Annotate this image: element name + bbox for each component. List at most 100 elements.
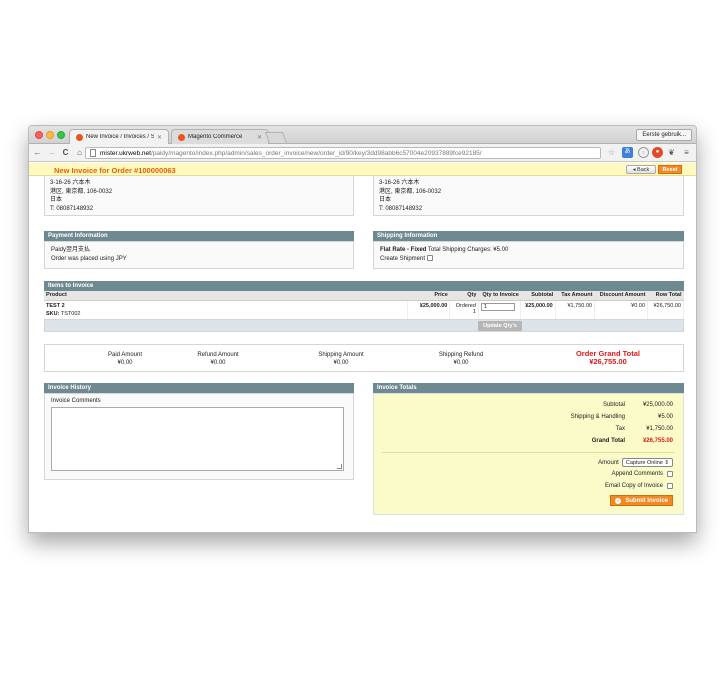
shipping-handling-label: Shipping & Handling	[570, 414, 625, 420]
append-comments-checkbox[interactable]	[667, 471, 673, 477]
capture-select[interactable]: Capture Online ⇕	[621, 458, 673, 467]
shipping-charges: Total Shipping Charges: ¥5.00	[427, 247, 509, 253]
close-icon[interactable]: ✕	[257, 134, 262, 141]
tax-cell: ¥1,750.00	[555, 300, 595, 319]
paid-amount-value: ¥0.00	[117, 360, 133, 366]
menu-icon[interactable]: ≡	[681, 147, 692, 158]
invoice-totals-panel: Subtotal ¥25,000.00 Shipping & Handling …	[373, 393, 684, 515]
amount-label: Amount	[598, 459, 619, 466]
url-path: /paidy/magento/index.php/admin/sales_ord…	[150, 149, 482, 157]
back-label: Back	[637, 167, 650, 173]
puzzle-icon[interactable]: ❦	[666, 147, 677, 158]
new-tab-button[interactable]	[264, 132, 288, 143]
price-cell: ¥25,000.00	[407, 300, 451, 319]
sku-label: SKU:	[46, 310, 60, 317]
invoice-history-box: Invoice Comments	[44, 393, 354, 480]
payment-info-box: Paidy翌月支払 Order was placed using JPY	[44, 241, 354, 269]
address-bar[interactable]: mister.ukrweb.net/paidy/magento/index.ph…	[85, 147, 601, 159]
record-icon[interactable]: ●	[652, 147, 663, 158]
profile-button[interactable]: Eerste gebruik...	[636, 129, 692, 141]
star-icon[interactable]: ☆	[606, 147, 617, 158]
shipping-amount-label: Shipping Amount	[318, 352, 364, 358]
subtotal-label: Subtotal	[602, 402, 625, 408]
tab-title: Magento Commerce	[188, 134, 243, 140]
email-copy-checkbox[interactable]	[667, 483, 673, 489]
product-name: TEST 2	[46, 302, 65, 309]
qty-to-invoice-cell: 1	[478, 300, 522, 319]
qty-cell: Ordered 1	[449, 300, 479, 319]
items-heading: Items to Invoice	[44, 281, 684, 291]
address-line: 3-16-26 六本木	[50, 180, 91, 186]
submit-invoice-label: Submit Invoice	[625, 498, 668, 504]
invoice-history-heading: Invoice History	[44, 383, 354, 393]
column-header: Subtotal	[520, 291, 556, 301]
home-icon[interactable]: ⌂	[74, 148, 85, 157]
column-header: Qty	[449, 291, 479, 301]
paid-amount: Paid Amount ¥0.00	[90, 351, 160, 367]
append-comments-row: Append Comments	[612, 471, 673, 477]
invoice-comments-textarea[interactable]	[51, 407, 344, 471]
browser-window: New Invoice / Invoices / Sa ✕ Magento Co…	[28, 125, 697, 533]
address-line: T: 08087148932	[50, 206, 94, 213]
tab-new-invoice[interactable]: New Invoice / Invoices / Sa ✕	[69, 129, 169, 144]
shipping-amount: Shipping Amount ¥0.00	[301, 351, 381, 367]
reload-icon[interactable]: C	[60, 148, 71, 157]
forward-arrow-icon[interactable]: →	[46, 148, 57, 157]
items-table: Product Price Qty Qty to Invoice Subtota…	[44, 291, 685, 319]
billing-address: 3-16-26 六本木 港区, 東京都, 106-0032 日本 T: 0808…	[50, 179, 112, 214]
refund-amount: Refund Amount ¥0.00	[183, 351, 253, 367]
minimize-window-button[interactable]	[46, 131, 54, 139]
shipping-handling-row: Shipping & Handling ¥5.00	[571, 414, 673, 420]
tax-value: ¥1,750.00	[646, 426, 673, 432]
content-header: New Invoice for Order #100000063 ◂ Back …	[29, 163, 696, 176]
subtotal-cell: ¥25,000.00	[520, 300, 556, 319]
address-line: 日本	[50, 197, 63, 204]
extension-icon[interactable]: ◌	[638, 147, 649, 158]
create-shipment-checkbox[interactable]	[427, 255, 434, 262]
grand-total-value: ¥26,755.00	[642, 438, 673, 444]
grand-total-label: Grand Total	[591, 438, 625, 444]
amount-row: Amount Capture Online ⇕	[598, 458, 673, 467]
tab-magento-commerce[interactable]: Magento Commerce ✕	[171, 129, 269, 144]
column-header: Tax Amount	[555, 291, 595, 301]
magento-favicon-icon	[76, 133, 83, 141]
row-total-cell: ¥26,750.00	[647, 300, 685, 319]
close-icon[interactable]: ✕	[157, 134, 162, 141]
shipping-info-heading: Shipping Information	[373, 231, 684, 241]
paid-amount-label: Paid Amount	[107, 352, 143, 358]
column-header: Product	[44, 291, 408, 301]
sku-value: TST002	[60, 310, 81, 317]
invoice-comments-label: Invoice Comments	[51, 398, 101, 404]
browser-toolbar: ← → C ⌂ mister.ukrweb.net/paidy/magento/…	[29, 144, 696, 162]
qty-value: 1	[472, 308, 476, 315]
create-shipment-label: Create Shipment	[380, 256, 426, 262]
refund-amount-label: Refund Amount	[197, 352, 239, 358]
email-copy-row: Email Copy of Invoice	[605, 483, 673, 489]
page-title: New Invoice for Order #100000063	[54, 166, 176, 175]
shipping-address: 3-16-26 六本木 港区, 東京都, 106-0032 日本 T: 0808…	[379, 179, 441, 214]
address-line: T: 08087148932	[379, 206, 423, 213]
url-host: mister.ukrweb.net	[100, 149, 151, 157]
append-comments-label: Append Comments	[611, 471, 663, 477]
subtotal-value: ¥25,000.00	[642, 402, 673, 408]
shipping-handling-value: ¥5.00	[657, 414, 673, 420]
checkmark-icon: ✓	[615, 498, 622, 504]
qty-to-invoice-input[interactable]: 1	[480, 302, 515, 311]
reset-button[interactable]: Reset	[658, 165, 682, 174]
address-line: 港区, 東京都, 106-0032	[379, 188, 442, 195]
order-totals-summary: Paid Amount ¥0.00 Refund Amount ¥0.00 Sh…	[44, 344, 684, 372]
shipping-refund-value: ¥0.00	[453, 360, 469, 366]
items-header-row: Product Price Qty Qty to Invoice Subtota…	[44, 291, 684, 301]
submit-invoice-button[interactable]: ✓ Submit Invoice	[610, 495, 673, 506]
back-button[interactable]: ◂ Back	[626, 165, 656, 174]
close-window-button[interactable]	[35, 131, 43, 139]
email-copy-label: Email Copy of Invoice	[604, 483, 663, 489]
update-qty-button[interactable]: Update Qty's	[478, 321, 522, 331]
translate-icon[interactable]: あ	[622, 147, 633, 158]
back-arrow-icon[interactable]: ←	[32, 148, 43, 157]
maximize-window-button[interactable]	[57, 131, 65, 139]
column-header: Qty to Invoice	[478, 291, 521, 301]
order-grand-total: Order Grand Total ¥26,755.00	[553, 350, 663, 366]
address-line: 日本	[379, 197, 392, 204]
resize-handle-icon[interactable]	[337, 464, 342, 469]
